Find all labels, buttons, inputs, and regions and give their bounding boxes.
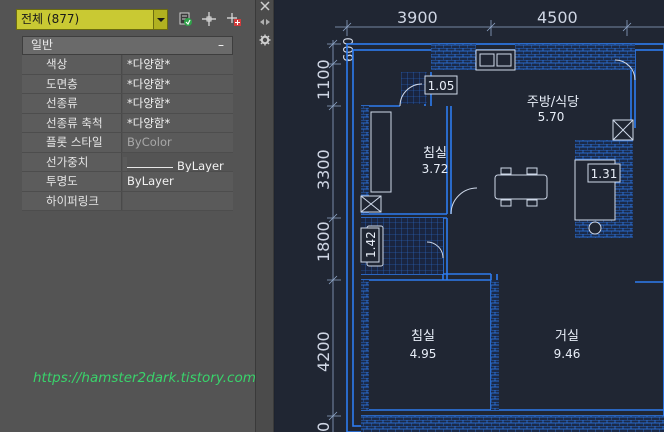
dimension-text: 1800 xyxy=(314,221,333,262)
property-row-plot-style[interactable]: 플롯 스타일 ByColor xyxy=(22,133,233,153)
property-label: 색상 xyxy=(22,55,122,74)
dimension-text: 0 xyxy=(314,422,333,432)
property-value[interactable]: ByLayer xyxy=(123,172,233,191)
selection-dropdown[interactable]: 전체 (877) xyxy=(16,9,168,30)
property-row-layer[interactable]: 도면층 *다양함* xyxy=(22,74,233,94)
wall-hatch xyxy=(431,44,476,70)
property-label: 도면층 xyxy=(22,74,122,93)
floor-plan: 3900 4500 600 1100 3300 1800 4200 0 1.05… xyxy=(314,8,664,432)
room-area: 4.95 xyxy=(410,347,437,361)
toggle-pickadd-icon[interactable] xyxy=(226,11,242,27)
property-label: 선종류 xyxy=(22,94,122,113)
dimension-text: 4500 xyxy=(537,8,578,27)
select-objects-icon[interactable] xyxy=(201,11,217,27)
wall-hatch xyxy=(361,416,664,432)
property-label: 투명도 xyxy=(22,172,122,191)
lineweight-swatch xyxy=(127,166,173,168)
box-label: 1.05 xyxy=(428,79,455,93)
properties-palette: 전체 (877) 일반 – 색상 *다양함* 도면층 *다양함* 선종류 *다양… xyxy=(0,0,256,432)
property-label: 선가중치 xyxy=(22,152,122,171)
property-row-linetype[interactable]: 선종류 *다양함* xyxy=(22,94,233,114)
room-name: 주방/식당 xyxy=(527,95,579,110)
dining-table xyxy=(494,167,548,207)
room-name: 거실 xyxy=(555,329,579,344)
selection-label: 전체 (877) xyxy=(21,12,80,26)
room-area: 3.72 xyxy=(422,162,449,176)
collapse-icon[interactable]: – xyxy=(218,37,224,54)
chevron-down-icon[interactable] xyxy=(153,10,167,29)
property-row-color[interactable]: 색상 *다양함* xyxy=(22,55,233,75)
room-name: 침실 xyxy=(411,329,435,344)
property-value[interactable]: *다양함* xyxy=(123,74,233,93)
dimension-text: 3900 xyxy=(397,8,438,27)
property-value[interactable] xyxy=(123,191,233,210)
dimension-text: 4200 xyxy=(314,331,333,372)
quick-select-icon[interactable] xyxy=(177,11,193,27)
property-table: 색상 *다양함* 도면층 *다양함* 선종류 *다양함* 선종류 축척 *다양함… xyxy=(22,55,233,211)
bathroom-tile xyxy=(401,72,427,104)
auto-hide-icon[interactable] xyxy=(259,16,271,28)
box-label: 1.31 xyxy=(591,167,618,181)
property-value[interactable]: *다양함* xyxy=(123,55,233,74)
wall-hatch xyxy=(491,280,499,410)
palette-title-strip xyxy=(255,0,274,432)
watermark-text: https://hamster2dark.tistory.com xyxy=(33,370,256,386)
gear-icon[interactable] xyxy=(259,34,271,46)
drawing-canvas[interactable]: 3900 4500 600 1100 3300 1800 4200 0 1.05… xyxy=(275,0,664,432)
property-row-transparency[interactable]: 투명도 ByLayer xyxy=(22,172,233,192)
autocad-window: 전체 (877) 일반 – 색상 *다양함* 도면층 *다양함* 선종류 *다양… xyxy=(0,0,664,432)
property-value[interactable]: *다양함* xyxy=(123,113,233,132)
wall-hatch xyxy=(515,44,635,70)
general-section-header[interactable]: 일반 – xyxy=(22,36,233,55)
room-name: 침실 xyxy=(423,146,447,161)
property-row-hyperlink[interactable]: 하이퍼링크 xyxy=(22,191,233,211)
property-label: 플롯 스타일 xyxy=(22,133,122,152)
property-value[interactable]: ByLayer xyxy=(123,156,224,173)
dimension-text: 3300 xyxy=(314,149,333,190)
room-area: 5.70 xyxy=(538,110,565,124)
close-icon[interactable] xyxy=(259,0,271,12)
property-value[interactable]: *다양함* xyxy=(123,94,233,113)
box-label: 1.42 xyxy=(364,231,378,258)
section-title: 일반 xyxy=(31,38,54,52)
top-dimension-lines xyxy=(335,20,664,36)
wall-hatch xyxy=(361,280,369,410)
dimension-text: 1100 xyxy=(314,59,333,100)
property-row-linetype-scale[interactable]: 선종류 축척 *다양함* xyxy=(22,113,233,133)
room-area: 9.46 xyxy=(554,347,581,361)
property-row-lineweight[interactable]: 선가중치 ByLayer xyxy=(22,152,233,173)
property-label: 선종류 축척 xyxy=(22,113,122,132)
property-value: ByColor xyxy=(123,133,233,152)
property-label: 하이퍼링크 xyxy=(22,191,122,210)
